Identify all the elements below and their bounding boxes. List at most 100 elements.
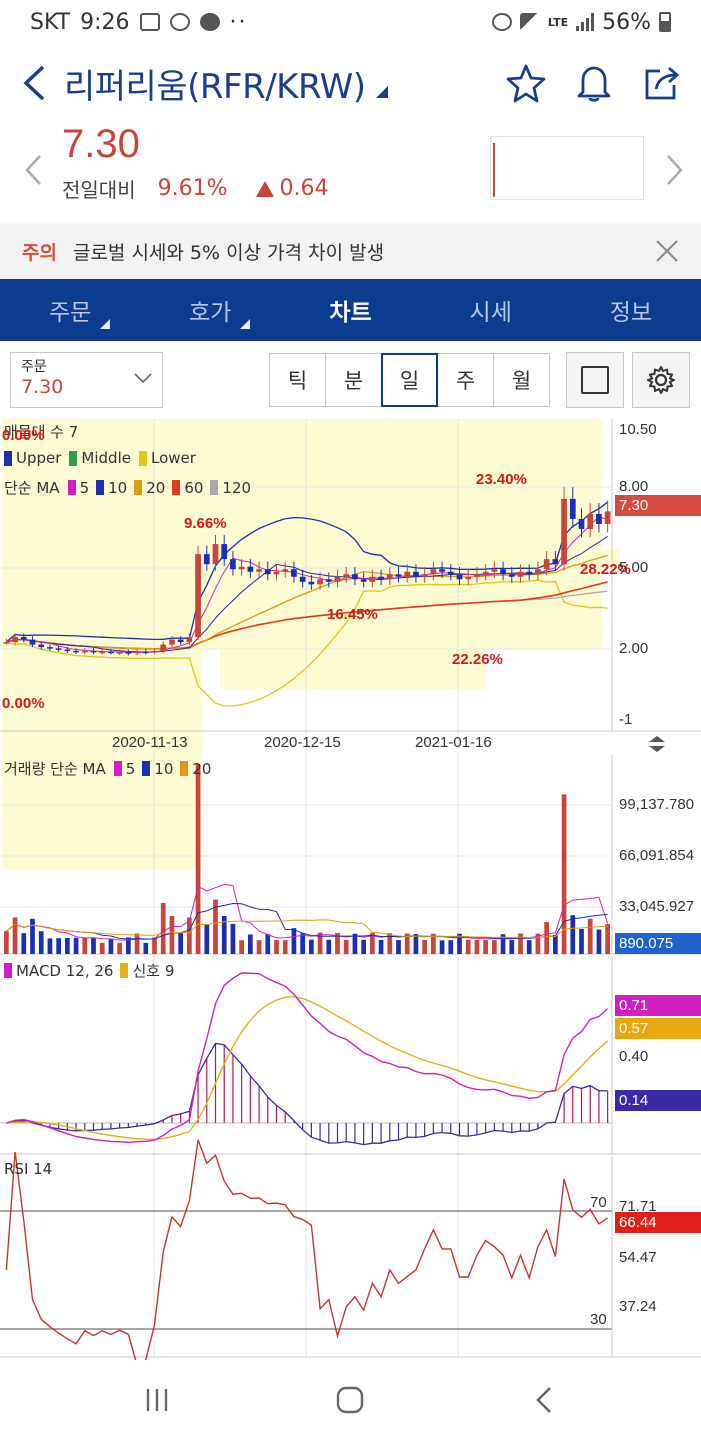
mini-price-chart <box>490 136 644 200</box>
macd-legend: MACD 12, 26 신호 9 <box>4 960 174 981</box>
favorite-button[interactable] <box>503 60 549 106</box>
volume-bar <box>21 933 27 954</box>
tab-orderbook[interactable]: 호가 <box>140 279 280 341</box>
back-nav-button[interactable] <box>514 1375 574 1425</box>
volume-bar <box>553 935 558 954</box>
volume-bar <box>431 933 436 954</box>
candle-body <box>369 576 376 582</box>
period-day-button[interactable]: 일 <box>381 353 438 407</box>
title-dropdown-icon[interactable] <box>375 86 388 98</box>
ma20-label: 20 <box>146 478 166 497</box>
candle-body <box>73 650 79 653</box>
chart-area[interactable]: 매물대 수 7 Upper Middle Lower 단순 MA 5 10 20… <box>0 419 701 1360</box>
signal-label: 신호 9 <box>132 962 175 980</box>
order-select[interactable]: 주문 7.30 <box>10 352 163 408</box>
candle-body <box>134 651 140 654</box>
price-ytick: 5.00 <box>619 559 649 576</box>
rsi-legend: RSI 14 <box>4 1160 52 1178</box>
share-button[interactable] <box>639 60 685 106</box>
volume-bar <box>352 933 358 954</box>
candle-body <box>3 642 10 644</box>
ma60-label: 60 <box>184 478 204 497</box>
volume-bar <box>82 937 88 954</box>
volume-bar <box>439 940 445 954</box>
notice-text: 글로벌 시세와 5% 이상 가격 차이 발생 <box>72 241 385 264</box>
bell-icon <box>577 66 611 102</box>
gallery-icon <box>139 13 160 31</box>
volume-bar <box>230 923 236 954</box>
volume-bar <box>38 931 44 954</box>
page-title[interactable]: 리퍼리움(RFR/KRW) <box>64 59 366 108</box>
change-amount: 0.64 <box>279 176 329 201</box>
chart-settings-button[interactable] <box>632 352 690 408</box>
candle-body <box>535 569 541 575</box>
prev-coin-icon[interactable] <box>18 150 48 190</box>
last-price-marker: 7.30 <box>615 495 701 516</box>
tab-info[interactable]: 정보 <box>561 279 701 341</box>
resize-panel-icon[interactable] <box>646 735 668 753</box>
vol-ma5-label: 5 <box>125 759 136 778</box>
tab-label: 호가 <box>189 300 232 326</box>
candle-body <box>308 581 315 585</box>
rsi-level-30: 30 <box>590 1311 607 1328</box>
candle-body <box>299 576 306 582</box>
rsi-ytick: 54.47 <box>619 1249 657 1266</box>
volume-bar <box>274 940 279 954</box>
candle-body <box>116 652 123 654</box>
home-button[interactable] <box>320 1375 380 1425</box>
volume-bar <box>47 938 53 954</box>
volume-bar <box>474 939 480 954</box>
ma120-swatch <box>210 480 219 495</box>
rsi-line <box>5 1139 608 1360</box>
candle-body <box>230 559 236 570</box>
volume-bar <box>4 931 9 954</box>
mini-chart-line <box>493 143 641 198</box>
period-minute-button[interactable]: 분 <box>325 353 382 407</box>
alert-button[interactable] <box>571 60 617 106</box>
candle-body <box>256 569 262 572</box>
candle-body <box>38 644 45 648</box>
current-price: 7.30 <box>62 122 140 166</box>
volume-bar <box>65 937 70 954</box>
square-icon <box>581 366 609 394</box>
volume-bar <box>492 940 497 954</box>
profile-pct-label: 22.26% <box>452 651 503 668</box>
period-tick-button[interactable]: 틱 <box>269 353 326 407</box>
period-selector: 틱 분 일 주 월 <box>269 353 550 407</box>
volume-bar <box>204 924 210 954</box>
recent-apps-button[interactable] <box>127 1375 187 1425</box>
volume-bar <box>596 929 602 954</box>
status-bar: SKT 9:26 ·· LTE 56% <box>0 0 701 44</box>
change-label: 전일대비 <box>62 178 136 202</box>
candle-body <box>578 518 585 530</box>
main-tabs: 주문 호가 차트 시세 정보 <box>0 279 701 341</box>
volume-bar <box>465 939 471 954</box>
profile-pct-label: 0.00% <box>2 695 45 712</box>
candle-body <box>482 571 489 575</box>
fullscreen-button[interactable] <box>566 352 624 408</box>
tab-order[interactable]: 주문 <box>0 279 140 341</box>
signal-icon <box>576 13 595 31</box>
period-week-button[interactable]: 주 <box>437 353 494 407</box>
tab-label: 시세 <box>469 300 512 326</box>
warning-notice: 주의 글로벌 시세와 5% 이상 가격 차이 발생 <box>0 223 701 279</box>
period-month-button[interactable]: 월 <box>493 353 550 407</box>
volume-bar <box>396 940 401 954</box>
candle-body <box>64 649 71 652</box>
volume-bar <box>587 918 593 954</box>
tab-chart[interactable]: 차트 <box>280 279 420 341</box>
volume-ma10-line <box>6 902 608 940</box>
volume-label: 거래량 단순 MA <box>4 760 106 778</box>
macd-line <box>6 972 609 1144</box>
tab-quotes[interactable]: 시세 <box>421 279 561 341</box>
volume-bar <box>326 939 332 954</box>
battery-percent: 56% <box>602 9 651 35</box>
close-icon[interactable] <box>653 237 681 265</box>
ma60-swatch <box>172 480 181 495</box>
candle-body <box>491 569 498 572</box>
back-arrow-icon <box>23 65 45 101</box>
back-button[interactable] <box>4 53 64 113</box>
macd-swatch <box>4 963 12 978</box>
next-coin-icon[interactable] <box>660 150 690 190</box>
candle-body <box>47 647 53 649</box>
